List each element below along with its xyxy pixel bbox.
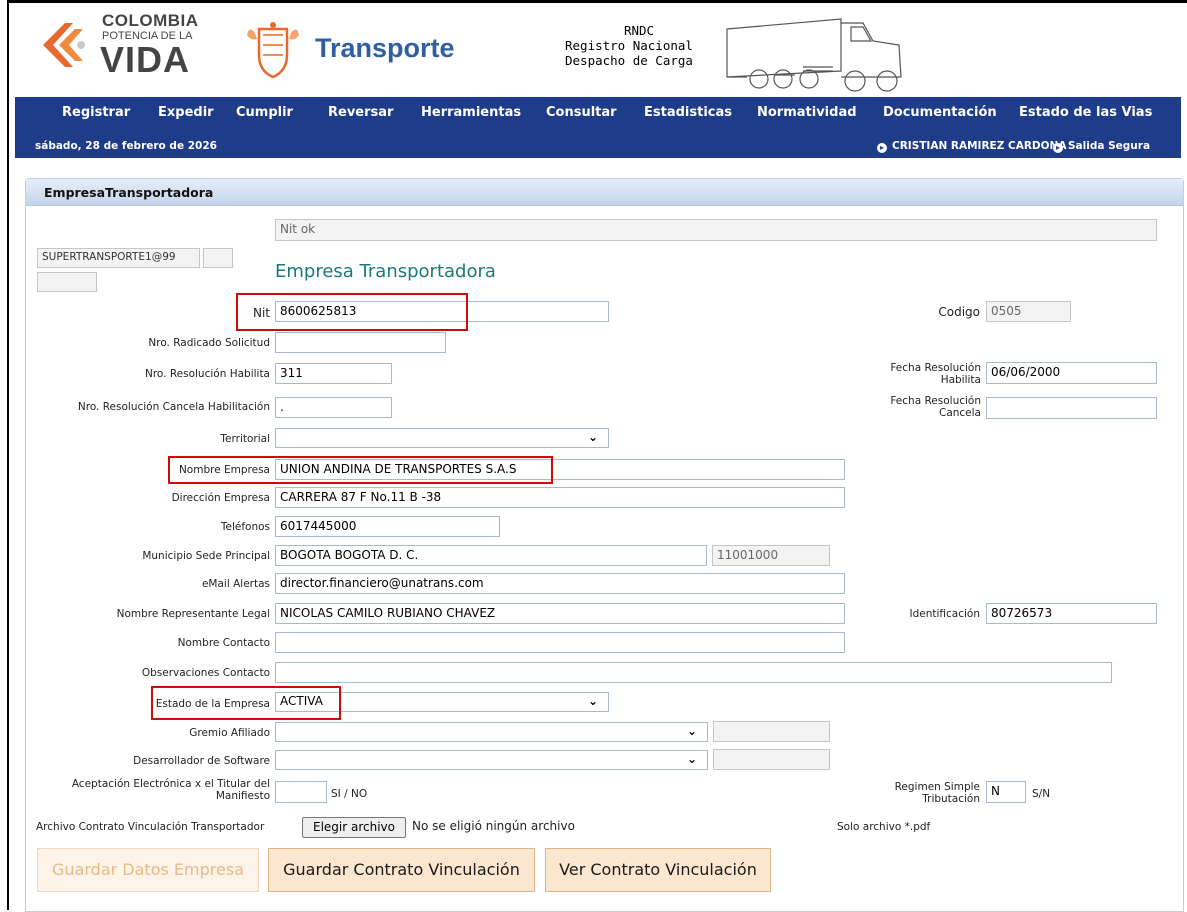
nav-expedir[interactable]: Expedir [158, 105, 214, 120]
observaciones-input[interactable] [275, 662, 1112, 683]
res-habilita-label: Nro. Resolución Habilita [144, 368, 270, 380]
fecha-habilita-label: Fecha Resolución Habilita [890, 362, 981, 386]
territorial-select[interactable]: ⌄ [275, 428, 609, 448]
main-nav: Registrar Expedir Cumplir Reversar Herra… [15, 97, 1181, 158]
rndc-title: RNDC Registro Nacional Despacho de Carga [565, 23, 713, 68]
res-habilita-input[interactable]: 311 [275, 363, 392, 384]
gremio-code[interactable] [713, 721, 830, 742]
desarrollador-code[interactable] [713, 749, 830, 770]
aceptacion-hint: SI / NO [331, 788, 368, 800]
nav-menu: Registrar Expedir Cumplir Reversar Herra… [15, 105, 1181, 127]
gremio-label: Gremio Afiliado [189, 727, 270, 739]
nav-consultar[interactable]: Consultar [546, 105, 617, 120]
observaciones-label: Observaciones Contacto [141, 667, 270, 679]
aceptacion-input[interactable] [275, 781, 327, 803]
nav-subbar: sábado, 28 de febrero de 2026 ▸ CRISTIAN … [15, 135, 1181, 158]
desarrollador-label: Desarrollador de Software [133, 755, 270, 767]
nav-estado-vias[interactable]: Estado de las Vias [1019, 105, 1152, 120]
rndc-line-3: Despacho de Carga [565, 53, 693, 68]
form-title: Empresa Transportadora [275, 261, 496, 282]
representante-input[interactable]: NICOLAS CAMILO RUBIANO CHAVEZ [275, 603, 845, 624]
email-label: eMail Alertas [201, 578, 270, 590]
choose-file-button[interactable]: Elegir archivo [302, 817, 406, 838]
panel-title: EmpresaTransportadora [44, 185, 214, 200]
user-name: CRISTIAN RAMIREZ CARDONA [892, 140, 1067, 152]
regimen-label: Regimen Simple Tributación [894, 781, 980, 805]
nav-documentacion[interactable]: Documentación [883, 105, 997, 120]
nav-reversar[interactable]: Reversar [328, 105, 393, 120]
aceptacion-label: Aceptación Electrónica x el Titular del … [71, 778, 270, 802]
identificacion-input[interactable]: 80726573 [986, 603, 1157, 624]
archivo-hint: Solo archivo *.pdf [837, 821, 931, 833]
chevron-down-icon: ⌄ [686, 724, 697, 738]
estado-highlight [151, 686, 341, 720]
res-cancela-input[interactable]: . [275, 397, 392, 418]
radicado-label: Nro. Radicado Solicitud [148, 337, 270, 349]
current-date: sábado, 28 de febrero de 2026 [35, 140, 217, 152]
radicado-input[interactable] [275, 332, 446, 353]
logout-label: Salida Segura [1068, 140, 1151, 152]
logo-line-1: COLOMBIA [102, 11, 199, 30]
colombia-swirl-icon [43, 23, 85, 67]
regimen-hint: S/N [1032, 788, 1051, 800]
direccion-label: Dirección Empresa [171, 492, 270, 504]
res-cancela-label: Nro. Resolución Cancela Habilitación [77, 401, 270, 413]
email-input[interactable]: director.financiero@unatrans.com [275, 573, 845, 594]
brand-title: Transporte [315, 33, 455, 63]
codigo-input[interactable]: 0505 [986, 301, 1071, 322]
fecha-habilita-input[interactable]: 06/06/2000 [986, 362, 1157, 384]
contacto-label: Nombre Contacto [177, 637, 270, 649]
municipio-input[interactable]: BOGOTA BOGOTA D. C. [275, 545, 707, 566]
file-status: No se eligió ningún archivo [412, 819, 575, 833]
municipio-code[interactable]: 11001000 [712, 545, 830, 566]
guardar-contrato-button[interactable]: Guardar Contrato Vinculación [268, 848, 535, 892]
user-link[interactable]: ▸ CRISTIAN RAMIREZ CARDONA [877, 140, 1066, 153]
ver-contrato-button[interactable]: Ver Contrato Vinculación [545, 848, 771, 892]
logout-link[interactable]: ▸ Salida Segura [1053, 140, 1150, 153]
nav-normatividad[interactable]: Normatividad [757, 105, 857, 120]
aux-field-2[interactable] [37, 272, 97, 292]
desarrollador-select[interactable]: ⌄ [275, 750, 708, 770]
truck-illustration [726, 18, 902, 92]
user-code-field[interactable]: SUPERTRANSPORTE1@99 [37, 248, 200, 268]
nav-herramientas[interactable]: Herramientas [421, 105, 521, 120]
status-message: Nit ok [275, 219, 1157, 241]
coat-of-arms-icon [247, 22, 299, 79]
aux-field-1[interactable] [203, 248, 233, 268]
nit-highlight [236, 293, 468, 331]
territorial-label: Territorial [220, 433, 270, 445]
logout-arrow-icon: ▸ [1053, 143, 1063, 153]
nav-estadisticas[interactable]: Estadisticas [644, 105, 732, 120]
nombre-highlight [168, 456, 553, 484]
representante-label: Nombre Representante Legal [116, 608, 270, 620]
fecha-cancela-input[interactable] [986, 397, 1157, 419]
nav-cumplir[interactable]: Cumplir [236, 105, 293, 120]
gremio-select[interactable]: ⌄ [275, 722, 708, 742]
municipio-label: Municipio Sede Principal [142, 550, 270, 562]
codigo-label: Codigo [938, 305, 980, 319]
colombia-logo: COLOMBIA POTENCIA DE LA VIDA [35, 11, 205, 80]
identificacion-label: Identificación [909, 608, 980, 620]
chevron-down-icon: ⌄ [587, 694, 598, 708]
site-header: COLOMBIA POTENCIA DE LA VIDA Transporte … [9, 3, 1187, 97]
window-left-border [7, 0, 9, 910]
fecha-cancela-label: Fecha Resolución Cancela [890, 395, 981, 419]
contacto-input[interactable] [275, 632, 845, 653]
telefonos-input[interactable]: 6017445000 [275, 516, 500, 537]
panel-header: EmpresaTransportadora [26, 179, 1183, 206]
nav-registrar[interactable]: Registrar [62, 105, 130, 120]
chevron-down-icon: ⌄ [686, 752, 697, 766]
guardar-empresa-button[interactable]: Guardar Datos Empresa [37, 848, 259, 892]
user-arrow-icon: ▸ [877, 143, 887, 153]
telefonos-label: Teléfonos [220, 521, 270, 533]
direccion-input[interactable]: CARRERA 87 F No.11 B -38 [275, 487, 845, 508]
rndc-line-1: RNDC [623, 23, 655, 38]
archivo-label: Archivo Contrato Vinculación Transportad… [36, 821, 265, 833]
chevron-down-icon: ⌄ [587, 430, 598, 444]
rndc-line-2: Registro Nacional [565, 38, 693, 53]
regimen-input[interactable]: N [986, 781, 1026, 803]
logo-line-3: VIDA [100, 39, 191, 80]
